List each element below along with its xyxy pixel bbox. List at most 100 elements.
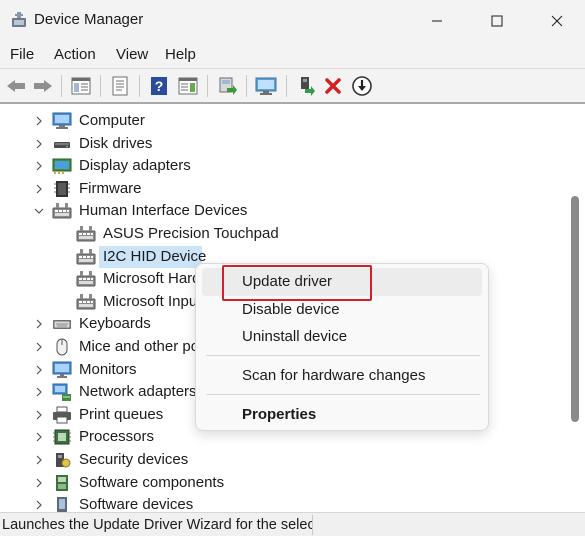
tree-row-label: I2C HID Device	[103, 247, 207, 265]
hid-icon	[52, 201, 72, 221]
menu-view[interactable]: View	[116, 46, 148, 63]
close-button[interactable]	[534, 0, 580, 42]
tree-row-label: Software devices	[79, 496, 194, 512]
toolbar-separator	[207, 75, 208, 97]
tree-category-row[interactable]: Software components	[0, 472, 565, 494]
tree-category-row[interactable]: Display adapters	[0, 155, 565, 177]
tree-category-row[interactable]: Human Interface Devices	[0, 200, 565, 222]
uninstall-x-icon[interactable]	[321, 74, 345, 98]
software-component-icon	[52, 473, 72, 493]
mouse-icon	[52, 337, 72, 357]
tree-row-label: Software components	[79, 473, 225, 491]
tree-row-label: Processors	[79, 428, 155, 446]
tree-category-row[interactable]: Computer	[0, 110, 565, 132]
svg-text:?: ?	[155, 78, 164, 94]
context-scan-hardware-changes[interactable]: Scan for hardware changes	[202, 362, 482, 390]
tree-category-row[interactable]: Firmware	[0, 178, 565, 200]
status-divider	[312, 515, 313, 535]
chevron-right-icon[interactable]	[33, 476, 45, 490]
toolbar-separator	[286, 75, 287, 97]
menu-bar: File Action View Help	[0, 42, 585, 68]
scrollbar-thumb[interactable]	[571, 196, 579, 422]
toolbar-separator	[139, 75, 140, 97]
keyboard-icon	[52, 314, 72, 334]
tree-row-label: Computer	[79, 112, 145, 129]
status-text: Launches the Update Driver Wizard for th…	[2, 517, 312, 533]
chevron-right-icon[interactable]	[33, 453, 45, 467]
context-properties[interactable]: Properties	[202, 401, 482, 429]
software-device-icon	[52, 495, 72, 512]
toolbar-separator	[100, 75, 101, 97]
maximize-button[interactable]	[474, 0, 520, 42]
context-item-label: Disable device	[242, 301, 340, 318]
properties-icon[interactable]	[108, 74, 132, 98]
disk-drive-icon	[52, 134, 72, 154]
back-icon[interactable]	[4, 74, 28, 98]
context-item-label: Properties	[242, 406, 317, 423]
hid-icon	[76, 247, 96, 267]
tree-row-label: Disk drives	[79, 134, 153, 152]
scan-hardware-icon[interactable]	[215, 74, 239, 98]
tree-row-label: ASUS Precision Touchpad	[103, 225, 279, 242]
security-device-icon	[52, 450, 72, 470]
show-hide-console-tree-icon[interactable]	[69, 74, 93, 98]
hid-icon	[76, 269, 96, 289]
chevron-right-icon[interactable]	[33, 340, 45, 354]
chevron-right-icon[interactable]	[33, 408, 45, 422]
vertical-scrollbar[interactable]	[565, 104, 585, 512]
tree-row-label: Display adapters	[79, 157, 191, 175]
context-uninstall-device[interactable]: Uninstall device	[202, 323, 482, 351]
hid-icon	[76, 224, 96, 244]
update-driver-icon[interactable]	[350, 74, 374, 98]
chevron-right-icon[interactable]	[33, 430, 45, 444]
menu-file[interactable]: File	[10, 46, 34, 63]
context-separator	[206, 355, 480, 356]
toolbar-separator	[246, 75, 247, 97]
tree-row-label: Print queues	[79, 405, 164, 423]
update-driver-highlight-box	[222, 265, 372, 301]
action-pane-icon[interactable]	[176, 74, 200, 98]
firmware-icon	[52, 179, 72, 199]
chevron-right-icon[interactable]	[33, 137, 45, 151]
chevron-right-icon[interactable]	[33, 159, 45, 173]
display-adapter-icon	[52, 156, 72, 176]
tree-row-label: Monitors	[79, 360, 137, 378]
tree-row-label: Microsoft Inpu	[103, 292, 198, 310]
chevron-right-icon[interactable]	[33, 363, 45, 377]
title-bar: Device Manager	[0, 0, 585, 42]
chevron-right-icon[interactable]	[33, 317, 45, 331]
context-separator	[206, 394, 480, 395]
tree-row-label: Microsoft Hard	[103, 270, 201, 288]
tree-row-label: Mice and other po	[79, 338, 200, 355]
context-item-label: Scan for hardware changes	[242, 367, 426, 384]
tree-row-label: Security devices	[79, 451, 189, 468]
chevron-right-icon[interactable]	[33, 182, 45, 196]
network-adapter-icon	[52, 382, 72, 402]
tree-category-row[interactable]: Software devices	[0, 494, 565, 512]
tree-category-row[interactable]: Security devices	[0, 449, 565, 471]
tree-device-row[interactable]: ASUS Precision Touchpad	[0, 223, 565, 245]
tree-category-row[interactable]: Disk drives	[0, 133, 565, 155]
tree-row-label: Human Interface Devices	[79, 202, 248, 220]
processor-icon	[52, 427, 72, 447]
forward-icon[interactable]	[31, 74, 55, 98]
menu-action[interactable]: Action	[54, 46, 96, 63]
computer-icon	[52, 111, 72, 131]
hid-icon	[76, 292, 96, 312]
monitor-icon[interactable]	[254, 74, 278, 98]
toolbar: ?	[0, 68, 585, 102]
tree-row-label: Network adapters	[79, 383, 197, 401]
chevron-right-icon[interactable]	[33, 114, 45, 128]
chevron-right-icon[interactable]	[33, 385, 45, 399]
monitor-icon	[52, 360, 72, 380]
chevron-down-icon[interactable]	[33, 204, 45, 218]
chevron-right-icon[interactable]	[33, 498, 45, 512]
printer-icon	[52, 405, 72, 425]
window-title: Device Manager	[34, 11, 144, 28]
help-icon[interactable]: ?	[147, 74, 171, 98]
minimize-button[interactable]	[414, 0, 460, 42]
enable-device-icon[interactable]	[294, 74, 318, 98]
tree-row-label: Keyboards	[79, 315, 151, 333]
toolbar-separator	[61, 75, 62, 97]
menu-help[interactable]: Help	[165, 46, 196, 63]
